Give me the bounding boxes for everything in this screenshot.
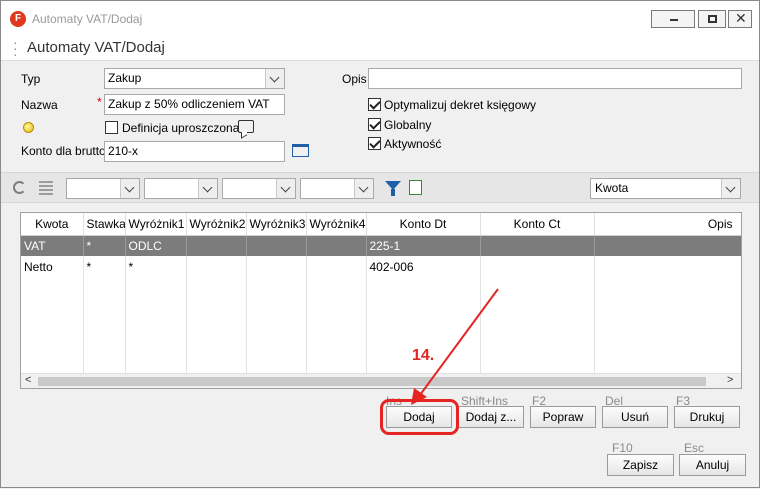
dodaj-z-button[interactable]: Dodaj z...	[458, 406, 524, 428]
nazwa-input[interactable]: Zakup z 50% odliczeniem VAT	[104, 94, 285, 115]
cell-wyroznik1: ODLC	[125, 235, 187, 256]
cell-wyroznik3	[246, 235, 307, 256]
page-title: Automaty VAT/Dodaj	[27, 39, 165, 56]
chevron-down-icon[interactable]	[198, 179, 217, 198]
zapisz-shortcut: F10	[612, 441, 633, 455]
grid-settings-icon[interactable]	[39, 181, 53, 195]
cell-opis	[594, 235, 741, 256]
col-header-wyroznik4[interactable]: Wyróżnik4	[306, 213, 367, 236]
typ-select[interactable]: Zakup	[104, 68, 285, 89]
cell-kwota: Netto	[21, 256, 84, 277]
export-icon[interactable]	[409, 180, 422, 195]
title-bar: F Automaty VAT/Dodaj ✕	[1, 1, 759, 35]
col-header-opis[interactable]: Opis	[594, 213, 741, 236]
table-row[interactable]: VAT * ODLC 225-1	[21, 235, 741, 256]
cell-wyroznik4	[306, 235, 367, 256]
grid-toolbar: Kwota	[1, 172, 759, 203]
konto-brutto-value: 210-x	[108, 144, 139, 158]
chevron-down-icon[interactable]	[721, 179, 740, 198]
scroll-left-icon[interactable]: <	[25, 374, 31, 386]
typ-label: Typ	[21, 72, 41, 86]
optymalizuj-checkbox[interactable]	[368, 98, 381, 111]
horizontal-scrollbar[interactable]: < >	[21, 373, 741, 388]
anuluj-shortcut: Esc	[684, 441, 705, 455]
globalny-label: Globalny	[384, 118, 432, 132]
close-icon: ✕	[735, 10, 747, 26]
chevron-down-icon[interactable]	[120, 179, 139, 198]
folder-icon[interactable]	[292, 144, 309, 157]
scrollbar-thumb[interactable]	[38, 377, 706, 386]
cell-konto-ct	[480, 235, 595, 256]
app-logo-icon: F	[10, 11, 26, 27]
aktywnosc-label: Aktywność	[384, 137, 442, 151]
cell-konto-dt: 402-006	[366, 256, 481, 277]
dialog-window: F Automaty VAT/Dodaj ✕ · · · Automaty VAT/…	[0, 0, 760, 488]
filter-combo-1[interactable]	[66, 178, 140, 199]
minimize-button[interactable]	[651, 10, 695, 28]
aktywnosc-checkbox[interactable]	[368, 137, 381, 150]
opis-label: Opis	[342, 72, 367, 86]
scroll-right-icon[interactable]: >	[727, 374, 733, 386]
required-marker: *	[97, 95, 102, 109]
definicja-label: Definicja uproszczona	[122, 121, 240, 135]
page-header: · · · Automaty VAT/Dodaj	[1, 35, 759, 61]
grid-table: Kwota Stawka Wyróżnik1 Wyróżnik2 Wyróżni…	[21, 213, 741, 388]
popraw-button[interactable]: Popraw	[530, 406, 596, 428]
cell-wyroznik2	[186, 235, 247, 256]
typ-value: Zakup	[108, 71, 142, 85]
col-header-stawka[interactable]: Stawka	[83, 213, 126, 236]
cell-wyroznik2	[186, 256, 247, 277]
column-select-value: Kwota	[595, 181, 629, 195]
cell-kwota: VAT	[21, 235, 84, 256]
comment-icon[interactable]	[238, 120, 254, 133]
annotation-highlight	[380, 399, 459, 435]
konto-brutto-label: Konto dla brutto	[21, 144, 106, 158]
col-header-konto-dt[interactable]: Konto Dt	[366, 213, 481, 236]
cell-opis	[594, 256, 741, 277]
usun-button[interactable]: Usuń	[602, 406, 668, 428]
drukuj-button[interactable]: Drukuj	[674, 406, 740, 428]
nazwa-label: Nazwa	[21, 98, 58, 112]
maximize-button[interactable]	[698, 10, 726, 28]
chevron-down-icon[interactable]	[265, 69, 284, 88]
maximize-icon	[708, 15, 717, 23]
optymalizuj-label: Optymalizuj dekret księgowy	[384, 98, 537, 112]
cell-wyroznik1: *	[125, 256, 187, 277]
grid-header-row: Kwota Stawka Wyróżnik1 Wyróżnik2 Wyróżni…	[21, 213, 741, 236]
col-header-kwota[interactable]: Kwota	[21, 213, 84, 236]
filter-combo-3[interactable]	[222, 178, 296, 199]
opis-input[interactable]	[368, 68, 742, 89]
window-title: Automaty VAT/Dodaj	[32, 12, 143, 26]
filter-combo-4[interactable]	[300, 178, 374, 199]
col-header-konto-ct[interactable]: Konto Ct	[480, 213, 595, 236]
definicja-checkbox[interactable]	[105, 121, 118, 134]
column-select[interactable]: Kwota	[590, 178, 741, 199]
anuluj-button[interactable]: Anuluj	[679, 454, 746, 476]
chevron-down-icon[interactable]	[354, 179, 373, 198]
minimize-icon	[670, 19, 678, 21]
data-grid[interactable]: Kwota Stawka Wyróżnik1 Wyróżnik2 Wyróżni…	[20, 212, 742, 389]
filter-combo-2[interactable]	[144, 178, 218, 199]
drag-handle-icon[interactable]: · · ·	[13, 35, 18, 61]
chevron-down-icon[interactable]	[276, 179, 295, 198]
globalny-checkbox[interactable]	[368, 118, 381, 131]
cell-konto-dt: 225-1	[366, 235, 481, 256]
nazwa-value: Zakup z 50% odliczeniem VAT	[108, 97, 270, 111]
zapisz-button[interactable]: Zapisz	[607, 454, 674, 476]
col-header-wyroznik3[interactable]: Wyróżnik3	[246, 213, 307, 236]
konto-brutto-input[interactable]: 210-x	[104, 141, 285, 162]
cell-konto-ct	[480, 256, 595, 277]
col-header-wyroznik2[interactable]: Wyróżnik2	[186, 213, 247, 236]
annotation-step: 14.	[412, 347, 435, 364]
col-header-wyroznik1[interactable]: Wyróżnik1	[125, 213, 187, 236]
close-button[interactable]: ✕	[728, 10, 752, 28]
cell-wyroznik3	[246, 256, 307, 277]
refresh-icon[interactable]	[13, 181, 26, 194]
status-bulb-icon	[23, 122, 34, 133]
table-row[interactable]: Netto * * 402-006	[21, 256, 741, 277]
cell-stawka: *	[83, 235, 126, 256]
filter-funnel-icon[interactable]	[385, 181, 401, 196]
cell-stawka: *	[83, 256, 126, 277]
cell-wyroznik4	[306, 256, 367, 277]
